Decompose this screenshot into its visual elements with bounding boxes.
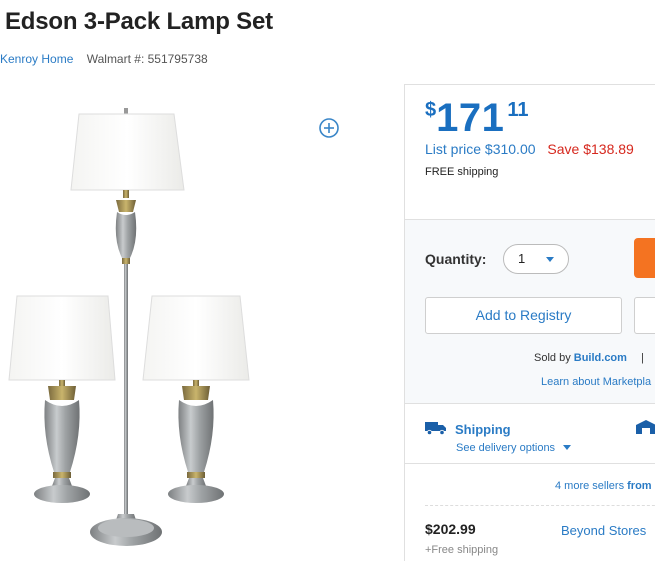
product-image[interactable] bbox=[0, 100, 280, 561]
truck-icon bbox=[425, 422, 446, 436]
quantity-select[interactable]: 1 bbox=[503, 244, 569, 274]
product-meta: Kenroy Home Walmart #: 551795738 bbox=[0, 52, 208, 66]
product-title: Edson 3-Pack Lamp Set bbox=[5, 8, 273, 35]
sold-by: Sold by Build.com | bbox=[534, 352, 644, 364]
table-lamp-right bbox=[142, 295, 250, 503]
delivery-options-link[interactable]: See delivery options bbox=[456, 442, 572, 454]
savings: Save $138.89 bbox=[547, 141, 634, 157]
price-currency: $ bbox=[425, 99, 437, 121]
list-price: List price $310.00 bbox=[425, 141, 536, 157]
walmart-number: Walmart #: 551795738 bbox=[86, 52, 208, 66]
list-price-line: List price $310.00 Save $138.89 bbox=[425, 141, 634, 157]
price-cents: 11 bbox=[507, 99, 529, 121]
quantity-label: Quantity: bbox=[425, 251, 487, 267]
table-lamp-left bbox=[8, 295, 116, 503]
divider bbox=[405, 219, 655, 220]
offer-price: $202.99 bbox=[425, 521, 476, 537]
divider bbox=[405, 463, 655, 464]
brand-link[interactable]: Kenroy Home bbox=[0, 52, 73, 66]
chevron-down-icon bbox=[546, 257, 554, 262]
store-icon bbox=[636, 420, 655, 434]
offer-seller-link[interactable]: Beyond Stores bbox=[561, 523, 646, 538]
price-dollars: 171 bbox=[436, 96, 505, 140]
more-sellers-link[interactable]: 4 more sellers from bbox=[555, 480, 652, 492]
separator: | bbox=[641, 352, 644, 364]
add-to-list-button[interactable] bbox=[634, 297, 655, 334]
add-to-registry-button[interactable]: Add to Registry bbox=[425, 297, 622, 334]
quantity-value: 1 bbox=[518, 251, 526, 266]
add-to-cart-button[interactable] bbox=[634, 238, 655, 278]
more-sellers-count: 4 more sellers bbox=[555, 480, 625, 492]
offer-shipping: +Free shipping bbox=[425, 544, 499, 556]
shipping-title: Shipping bbox=[455, 422, 511, 437]
divider bbox=[405, 403, 655, 404]
more-sellers-from: from bbox=[627, 480, 652, 492]
divider bbox=[425, 505, 655, 506]
seller-link[interactable]: Build.com bbox=[574, 352, 627, 364]
sold-by-prefix: Sold by bbox=[534, 352, 571, 364]
price: $ 171 11 bbox=[425, 96, 529, 140]
free-shipping-note: FREE shipping bbox=[425, 166, 499, 178]
delivery-options-label: See delivery options bbox=[456, 442, 556, 454]
plus-circle-icon[interactable] bbox=[318, 117, 340, 139]
chevron-down-icon bbox=[563, 445, 572, 450]
learn-marketplace-link[interactable]: Learn about Marketpla bbox=[541, 376, 651, 388]
